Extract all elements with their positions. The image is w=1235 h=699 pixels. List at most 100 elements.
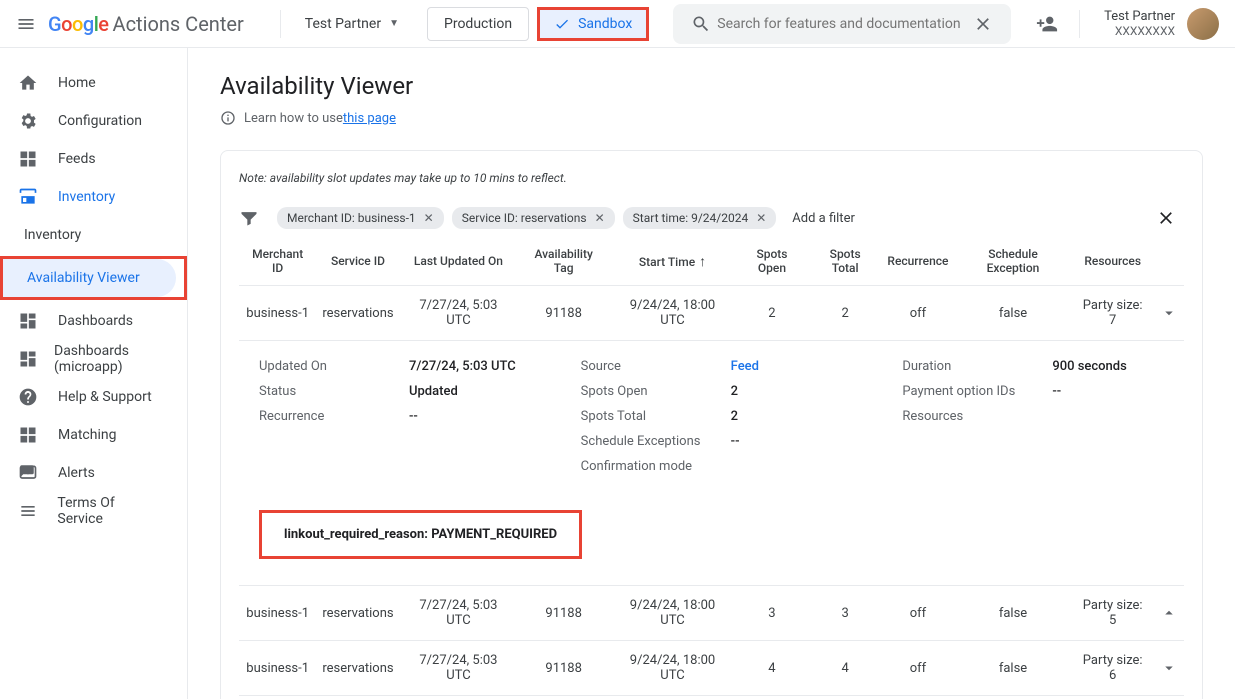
table-row[interactable]: business-1 reservations 7/27/24, 5:03 UT…	[239, 286, 1184, 341]
account-id: XXXXXXXX	[1104, 24, 1175, 38]
page-title: Availability Viewer	[220, 72, 1203, 100]
sidebar-item-matching[interactable]: Matching	[0, 416, 179, 454]
partner-dropdown[interactable]: Test Partner ▼	[293, 10, 411, 38]
filter-chip-merchant[interactable]: Merchant ID: business-1 ✕	[277, 207, 444, 229]
search-icon	[685, 14, 717, 34]
linkout-value: PAYMENT_REQUIRED	[431, 527, 557, 542]
document-icon	[18, 501, 41, 521]
sidebar-item-alerts[interactable]: ! Alerts	[0, 454, 179, 492]
main-content: Availability Viewer Learn how to use thi…	[188, 48, 1235, 699]
col-spots-open[interactable]: Spots Open	[735, 237, 809, 286]
expand-toggle[interactable]	[1154, 586, 1184, 641]
detail-schedexc-lbl: Schedule Exceptions	[581, 434, 731, 449]
help-icon	[18, 387, 42, 407]
divider	[1079, 10, 1080, 38]
check-icon	[554, 16, 570, 32]
alert-icon: !	[18, 463, 42, 483]
detail-source-lbl: Source	[581, 359, 731, 374]
sidebar-item-dashboards-micro[interactable]: Dashboards (microapp)	[0, 340, 179, 378]
sidebar-item-inventory-group[interactable]: Inventory	[0, 178, 179, 216]
filter-row: Merchant ID: business-1 ✕ Service ID: re…	[239, 207, 1184, 229]
detail-spotsopen-lbl: Spots Open	[581, 384, 731, 399]
col-updated[interactable]: Last Updated On	[400, 237, 518, 286]
header: Google Actions Center Test Partner ▼ Pro…	[0, 0, 1235, 48]
chevron-down-icon: ▼	[389, 18, 399, 29]
sandbox-button[interactable]: Sandbox	[537, 7, 649, 41]
detail-payment-lbl: Payment option IDs	[902, 384, 1052, 399]
col-tag[interactable]: Availability Tag	[517, 237, 610, 286]
inventory-icon	[18, 187, 42, 207]
detail-status-val: Updated	[409, 384, 458, 399]
table-row[interactable]: business-1 reservations 7/27/24, 5:03 UT…	[239, 641, 1184, 696]
remove-chip-icon[interactable]: ✕	[595, 211, 605, 225]
linkout-label: linkout_required_reason:	[284, 527, 431, 542]
search-box[interactable]	[673, 4, 1011, 44]
logo[interactable]: Google Actions Center	[48, 12, 244, 36]
col-recurrence[interactable]: Recurrence	[881, 237, 954, 286]
help-prefix: Learn how to use	[244, 111, 343, 126]
clear-icon[interactable]	[967, 14, 999, 34]
sidebar-item-dashboards[interactable]: Dashboards	[0, 302, 179, 340]
detail-status-lbl: Status	[259, 384, 409, 399]
note: Note: availability slot updates may take…	[239, 171, 1184, 185]
menu-icon[interactable]	[8, 6, 44, 42]
sidebar-item-feeds[interactable]: Feeds	[0, 140, 179, 178]
sidebar-item-availability-viewer[interactable]: Availability Viewer	[3, 259, 176, 297]
help-line: Learn how to use this page	[220, 110, 1203, 126]
detail-duration-val: 900 seconds	[1052, 359, 1126, 374]
detail-resources-lbl: Resources	[902, 409, 1052, 424]
expand-toggle[interactable]	[1154, 286, 1184, 341]
availability-table: Merchant ID Service ID Last Updated On A…	[239, 237, 1184, 696]
col-exception[interactable]: Schedule Exception	[954, 237, 1071, 286]
detail-spotstotal-lbl: Spots Total	[581, 409, 731, 424]
detail-recurrence-lbl: Recurrence	[259, 409, 409, 424]
gear-icon	[18, 111, 42, 131]
sort-asc-icon: ↑	[699, 254, 706, 270]
detail-confirm-lbl: Confirmation mode	[581, 459, 731, 474]
col-resources[interactable]: Resources	[1072, 237, 1154, 286]
help-link[interactable]: this page	[343, 111, 396, 126]
col-spots-total[interactable]: Spots Total	[809, 237, 881, 286]
expand-toggle[interactable]	[1154, 641, 1184, 696]
table-row[interactable]: business-1 reservations 7/27/24, 5:03 UT…	[239, 586, 1184, 641]
remove-chip-icon[interactable]: ✕	[424, 211, 434, 225]
add-filter[interactable]: Add a filter	[792, 211, 855, 226]
filter-chip-service[interactable]: Service ID: reservations ✕	[452, 207, 615, 229]
sidebar-item-home[interactable]: Home	[0, 64, 179, 102]
detail-spotsopen-val: 2	[731, 384, 738, 399]
search-input[interactable]	[717, 16, 967, 32]
dashboard-icon	[18, 311, 42, 331]
close-icon[interactable]	[1156, 208, 1176, 228]
remove-chip-icon[interactable]: ✕	[756, 211, 766, 225]
table-row-detail: Updated On7/27/24, 5:03 UTC StatusUpdate…	[239, 341, 1184, 586]
sidebar: Home Configuration Feeds Inventory Inven…	[0, 48, 188, 699]
matching-icon	[18, 425, 42, 445]
sidebar-item-configuration[interactable]: Configuration	[0, 102, 179, 140]
detail-updated-lbl: Updated On	[259, 359, 409, 374]
col-service[interactable]: Service ID	[316, 237, 399, 286]
account-info: Test Partner XXXXXXXX	[1104, 9, 1175, 38]
grid-icon	[18, 149, 42, 169]
detail-duration-lbl: Duration	[902, 359, 1052, 374]
sidebar-item-inventory[interactable]: Inventory	[0, 216, 179, 254]
user-add-icon[interactable]	[1027, 13, 1067, 35]
detail-spotstotal-val: 2	[731, 409, 738, 424]
detail-recurrence-val: --	[409, 409, 418, 424]
dashboard-icon	[18, 349, 38, 369]
sidebar-item-help[interactable]: Help & Support	[0, 378, 179, 416]
detail-source-val[interactable]: Feed	[731, 359, 759, 374]
col-start[interactable]: Start Time↑	[610, 237, 735, 286]
home-icon	[18, 73, 42, 93]
detail-updated-val: 7/27/24, 5:03 UTC	[409, 359, 516, 374]
sidebar-item-tos[interactable]: Terms Of Service	[0, 492, 179, 530]
filter-chip-start[interactable]: Start time: 9/24/2024 ✕	[623, 207, 777, 229]
production-button[interactable]: Production	[427, 7, 529, 41]
partner-name: Test Partner	[305, 16, 381, 32]
filter-icon[interactable]	[239, 208, 259, 228]
avatar[interactable]	[1187, 8, 1219, 40]
card: Note: availability slot updates may take…	[220, 150, 1203, 699]
divider	[280, 10, 281, 38]
table-header-row: Merchant ID Service ID Last Updated On A…	[239, 237, 1184, 286]
svg-text:!: !	[27, 468, 29, 478]
col-merchant[interactable]: Merchant ID	[239, 237, 316, 286]
